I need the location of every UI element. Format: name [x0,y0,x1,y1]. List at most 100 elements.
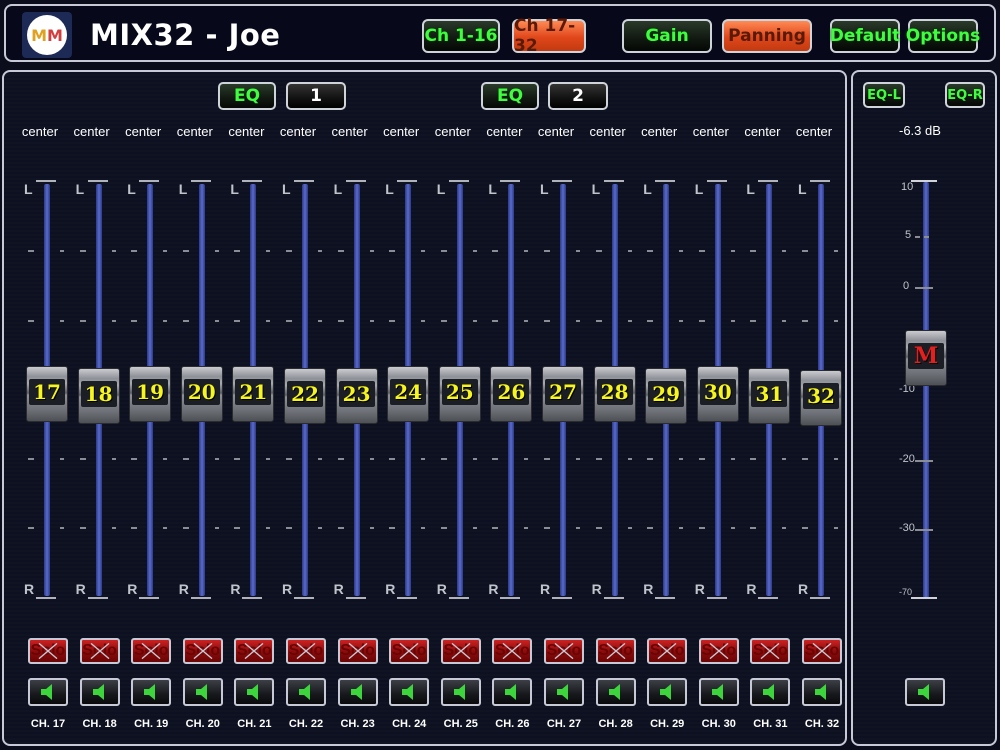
eq-r-button[interactable]: EQ-R [945,82,985,108]
channel-strip: center L R 18 Solo [66,72,120,748]
channel-label: CH. 32 [804,718,840,730]
speaker-icon [453,684,465,700]
channel-fader[interactable]: 22 [284,368,326,424]
mute-button[interactable] [286,678,326,706]
fader-top-cap [706,180,727,182]
pan-readout: center [21,124,59,139]
channel-fader[interactable]: 25 [438,366,481,422]
pan-left-mark: L [488,181,497,197]
solo-button[interactable]: Solo [750,638,791,664]
pan-readout: center [744,124,781,139]
solo-button[interactable]: Solo [595,638,636,664]
solo-button[interactable]: Solo [440,638,481,664]
channel-fader[interactable]: 21 [232,366,275,422]
channel-strip: center L R 20 Solo [169,72,223,748]
solo-button[interactable]: Solo [234,638,275,664]
x-icon [657,642,677,660]
channel-fader[interactable]: 18 [77,368,120,424]
pan-readout: center [537,124,575,139]
channel-fader[interactable]: 32 [800,370,842,426]
channel-strip: center L R 25 Solo [427,72,481,748]
channel-strip: center L R 30 Solo [685,72,739,748]
mute-button[interactable] [595,678,636,706]
mute-button[interactable] [131,678,172,706]
speaker-icon [763,684,775,700]
solo-button[interactable]: Solo [698,638,739,664]
mute-button[interactable] [234,678,275,706]
channel-fader[interactable]: 29 [645,368,688,424]
solo-button[interactable]: Solo [79,638,120,664]
mute-button[interactable] [492,678,533,706]
fader-bottom-cap [242,597,263,599]
solo-button[interactable]: Solo [182,638,223,664]
channel-fader[interactable]: 28 [593,366,636,422]
mute-button[interactable] [802,678,842,706]
fader-bottom-cap [345,597,366,599]
mute-button[interactable] [337,678,378,706]
options-button[interactable]: Options [906,19,980,53]
mute-button[interactable] [544,678,584,706]
mute-button[interactable] [750,678,791,706]
pan-readout: center [434,124,471,139]
master-fader[interactable]: M [905,330,947,386]
mute-button[interactable] [647,678,688,706]
solo-button[interactable]: Solo [544,638,584,664]
channel-fader[interactable]: 27 [542,366,584,422]
master-mute-button[interactable] [905,678,945,706]
gain-button[interactable]: Gain [622,19,712,53]
pan-right-mark: R [591,581,602,597]
ch-1-16-button[interactable]: Ch 1-16 [422,19,500,53]
ch-17-32-button[interactable]: Ch 17-32 [512,16,586,56]
solo-button[interactable]: Solo [131,638,172,664]
fader-top-cap [294,180,314,182]
solo-button[interactable]: Solo [647,638,688,664]
pan-right-mark: R [385,581,396,597]
eq-l-button[interactable]: EQ-L [863,82,905,108]
master-fader-track[interactable] [923,182,929,598]
mute-button[interactable] [698,678,739,706]
default-button[interactable]: Default [830,19,900,53]
solo-button[interactable]: Solo [286,638,326,664]
fader-channel-number: 24 [390,379,427,405]
speaker-icon [350,684,362,700]
mute-button[interactable] [28,678,68,706]
pan-readout: center [279,124,317,139]
pan-right-mark: R [24,581,35,597]
solo-button[interactable]: Solo [337,638,378,664]
channel-fader[interactable]: 30 [696,366,739,422]
channel-fader[interactable]: 19 [129,366,172,422]
fader-top-cap [190,180,211,182]
x-icon [502,642,522,660]
solo-button[interactable]: Solo [389,638,430,664]
solo-button[interactable]: Solo [492,638,533,664]
channel-fader[interactable]: 31 [748,368,791,424]
pan-right-mark: R [127,581,138,597]
solo-button[interactable]: Solo [802,638,842,664]
channel-fader[interactable]: 20 [180,366,223,422]
channel-strip: center L R 31 Solo [736,72,791,748]
pan-right-mark: R [333,581,344,597]
speaker-icon [608,684,620,700]
pan-left-mark: L [436,181,446,197]
x-icon [348,642,368,660]
fader-top-cap [758,180,779,182]
mute-button[interactable] [389,678,430,706]
fader-bottom-cap [139,597,160,599]
mute-button[interactable] [440,678,481,706]
mute-button[interactable] [182,678,223,706]
channel-fader[interactable]: 23 [335,368,378,424]
fader-channel-number: 19 [132,379,169,405]
speaker-icon [299,684,310,700]
fader-channel-number: 21 [235,379,272,405]
panning-button[interactable]: Panning [722,19,812,53]
solo-button[interactable]: Solo [28,638,68,664]
pan-left-mark: L [24,181,33,197]
pan-readout: center [641,124,678,139]
header-bar: MM MIX32 - Joe Ch 1-16 Ch 17-32 Gain Pan… [4,4,996,62]
channel-fader[interactable]: 24 [387,366,430,422]
channel-fader[interactable]: 26 [490,366,533,422]
mute-button[interactable] [79,678,120,706]
pan-readout: center [331,124,368,139]
channel-fader[interactable]: 17 [26,366,68,422]
x-icon [296,642,316,660]
